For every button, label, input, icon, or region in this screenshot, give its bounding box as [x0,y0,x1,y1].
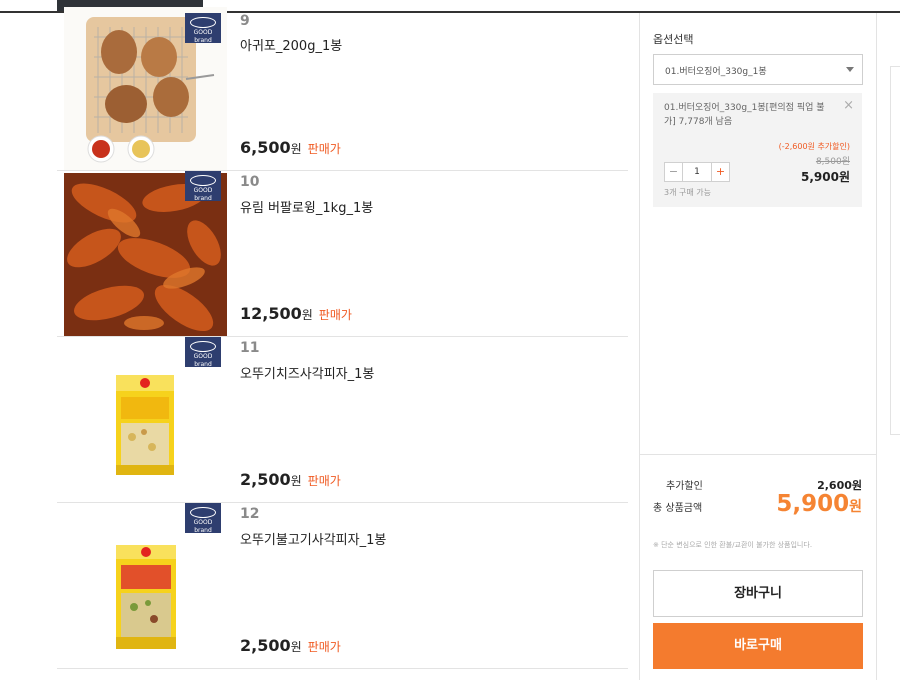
cart-button[interactable]: 장바구니 [653,570,863,617]
product-name[interactable]: 오뚜기불고기사각피자_1봉 [240,529,386,548]
product-list: GOOD brand 9 아귀포_200g_1봉 6,500원 판매가 GOOD… [57,7,628,669]
product-name[interactable]: 유림 버팔로윙_1kg_1봉 [240,197,373,216]
price-unit: 원 [290,474,302,488]
product-price: 6,500원 판매가 [240,138,341,157]
price-value: 12,500 [240,304,302,323]
purchase-limit: 3개 구매 가능 [664,188,711,197]
buy-now-button[interactable]: 바로구매 [653,623,863,669]
option-title: 옵션선택 [653,33,694,46]
minus-button[interactable]: − [665,163,683,181]
price-unit: 원 [290,640,302,654]
plus-button[interactable]: + [711,163,729,181]
total-price-label: 총 상품금액 [653,503,703,514]
order-sidebar: 옵션선택 01.버터오징어_330g_1봉 01.버터오징어_330g_1봉[편… [639,13,877,680]
quantity-value[interactable]: 1 [683,163,711,181]
product-item[interactable]: GOOD brand 10 유림 버팔로윙_1kg_1봉 12,500원 판매가 [57,171,628,337]
price-unit: 원 [290,142,302,156]
option-select-value: 01.버터오징어_330g_1봉 [665,67,767,77]
product-name[interactable]: 오뚜기치즈사각피자_1봉 [240,363,374,382]
option-select[interactable]: 01.버터오징어_330g_1봉 [653,54,863,85]
price-unit: 원 [301,308,313,322]
good-brand-badge-icon: GOOD brand [185,13,221,44]
selected-option-text: 01.버터오징어_330g_1봉[편의점 픽업 불가] 7,778개 남음 [664,103,825,127]
good-brand-badge-icon: GOOD brand [185,171,221,202]
price-tag: 판매가 [307,474,341,488]
option-final-price: 5,900원 [801,170,850,184]
price-value: 6,500 [240,138,291,157]
product-item[interactable]: GOOD brand 11 오뚜기치즈사각피자_1봉 2,500원 판매가 [57,337,628,503]
price-value: 2,500 [240,636,291,655]
product-number: 9 [240,13,250,29]
right-side-panel [890,66,900,435]
price-tag: 판매가 [307,640,341,654]
total-price-value: 5,900 [776,491,850,517]
price-value: 2,500 [240,470,291,489]
refund-notice: ※ 단순 변심으로 인한 환불/교환이 불가한 상품입니다. [653,541,813,549]
extra-discount-label: 추가할인 [666,481,703,492]
total-price-unit: 원 [849,499,862,515]
product-name[interactable]: 아귀포_200g_1봉 [240,35,342,54]
product-number: 10 [240,174,260,190]
product-number: 11 [240,340,260,356]
product-price: 2,500원 판매가 [240,470,341,489]
good-brand-badge-icon: GOOD brand [185,503,221,534]
price-tag: 판매가 [307,142,341,156]
original-price: 8,500원 [815,157,850,167]
product-number: 12 [240,506,260,522]
product-item[interactable]: GOOD brand 12 오뚜기불고기사각피자_1봉 2,500원 판매가 [57,503,628,669]
product-price: 2,500원 판매가 [240,636,341,655]
close-icon[interactable]: × [843,98,854,113]
product-price: 12,500원 판매가 [240,304,352,323]
product-item[interactable]: GOOD brand 9 아귀포_200g_1봉 6,500원 판매가 [57,7,628,171]
total-price: 5,900원 [776,491,862,517]
good-brand-badge-icon: GOOD brand [185,337,221,368]
selected-option-box: 01.버터오징어_330g_1봉[편의점 픽업 불가] 7,778개 남음 × … [653,93,862,207]
quantity-stepper[interactable]: − 1 + [664,162,730,182]
divider [640,454,876,455]
chevron-down-icon [846,67,854,72]
price-tag: 판매가 [318,308,352,322]
extra-discount: (-2,600원 추가할인) [778,142,850,151]
